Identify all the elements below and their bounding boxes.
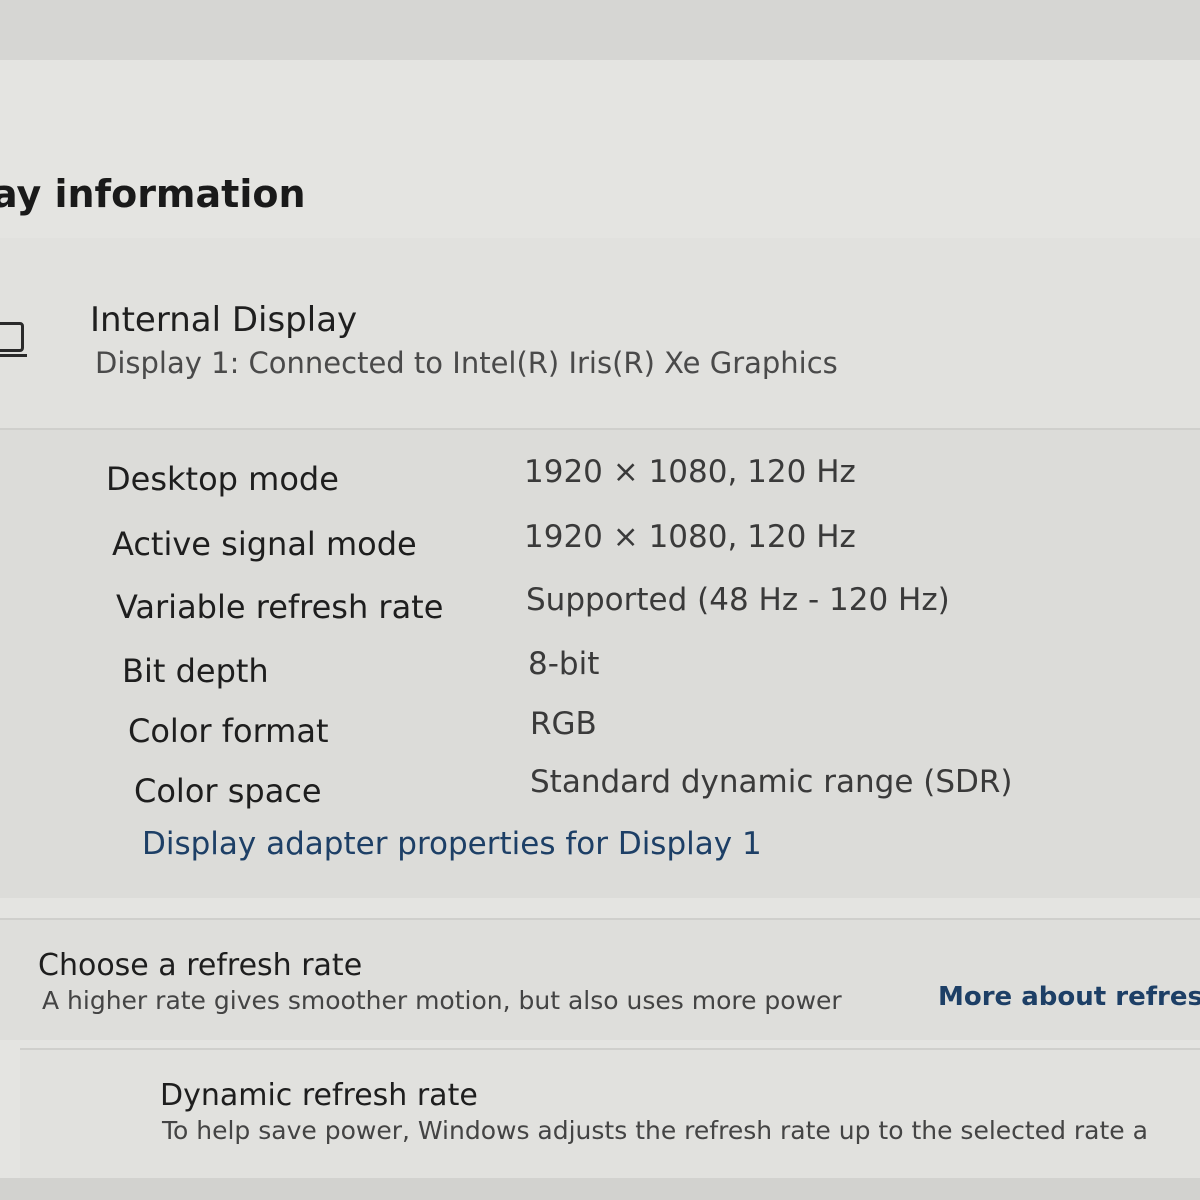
- dynamic-refresh-rate-description: To help save power, Windows adjusts the …: [162, 1116, 1148, 1145]
- bottom-band: [0, 1178, 1200, 1200]
- display-connection-subtitle: Display 1: Connected to Intel(R) Iris(R)…: [95, 346, 838, 380]
- info-value: Supported (48 Hz - 120 Hz): [526, 582, 950, 618]
- display-name: Internal Display: [90, 300, 358, 340]
- info-label: Desktop mode: [106, 460, 339, 498]
- display-adapter-properties-link[interactable]: Display adapter properties for Display 1: [142, 826, 762, 862]
- refresh-rate-title: Choose a refresh rate: [38, 948, 363, 983]
- info-label: Color space: [134, 772, 322, 810]
- info-value: Standard dynamic range (SDR): [530, 764, 1013, 800]
- info-value: 8-bit: [528, 646, 600, 682]
- info-label: Color format: [128, 712, 329, 750]
- info-label: Bit depth: [122, 652, 269, 690]
- info-value: 1920 × 1080, 120 Hz: [524, 519, 856, 555]
- info-label: Variable refresh rate: [116, 588, 444, 626]
- more-about-refresh-link[interactable]: More about refresh: [938, 982, 1200, 1012]
- refresh-rate-card[interactable]: Choose a refresh rate A higher rate give…: [0, 918, 1200, 1040]
- dynamic-refresh-rate-title: Dynamic refresh rate: [160, 1078, 478, 1113]
- section-title: ay information: [0, 172, 306, 216]
- dynamic-refresh-rate-card[interactable]: Dynamic refresh rate To help save power,…: [20, 1048, 1200, 1180]
- monitor-icon: [0, 322, 27, 357]
- info-label: Active signal mode: [112, 525, 417, 563]
- info-value: RGB: [530, 706, 597, 742]
- display-card-header: Internal Display Display 1: Connected to…: [0, 238, 1200, 430]
- info-value: 1920 × 1080, 120 Hz: [524, 454, 856, 490]
- refresh-rate-description: A higher rate gives smoother motion, but…: [42, 986, 842, 1015]
